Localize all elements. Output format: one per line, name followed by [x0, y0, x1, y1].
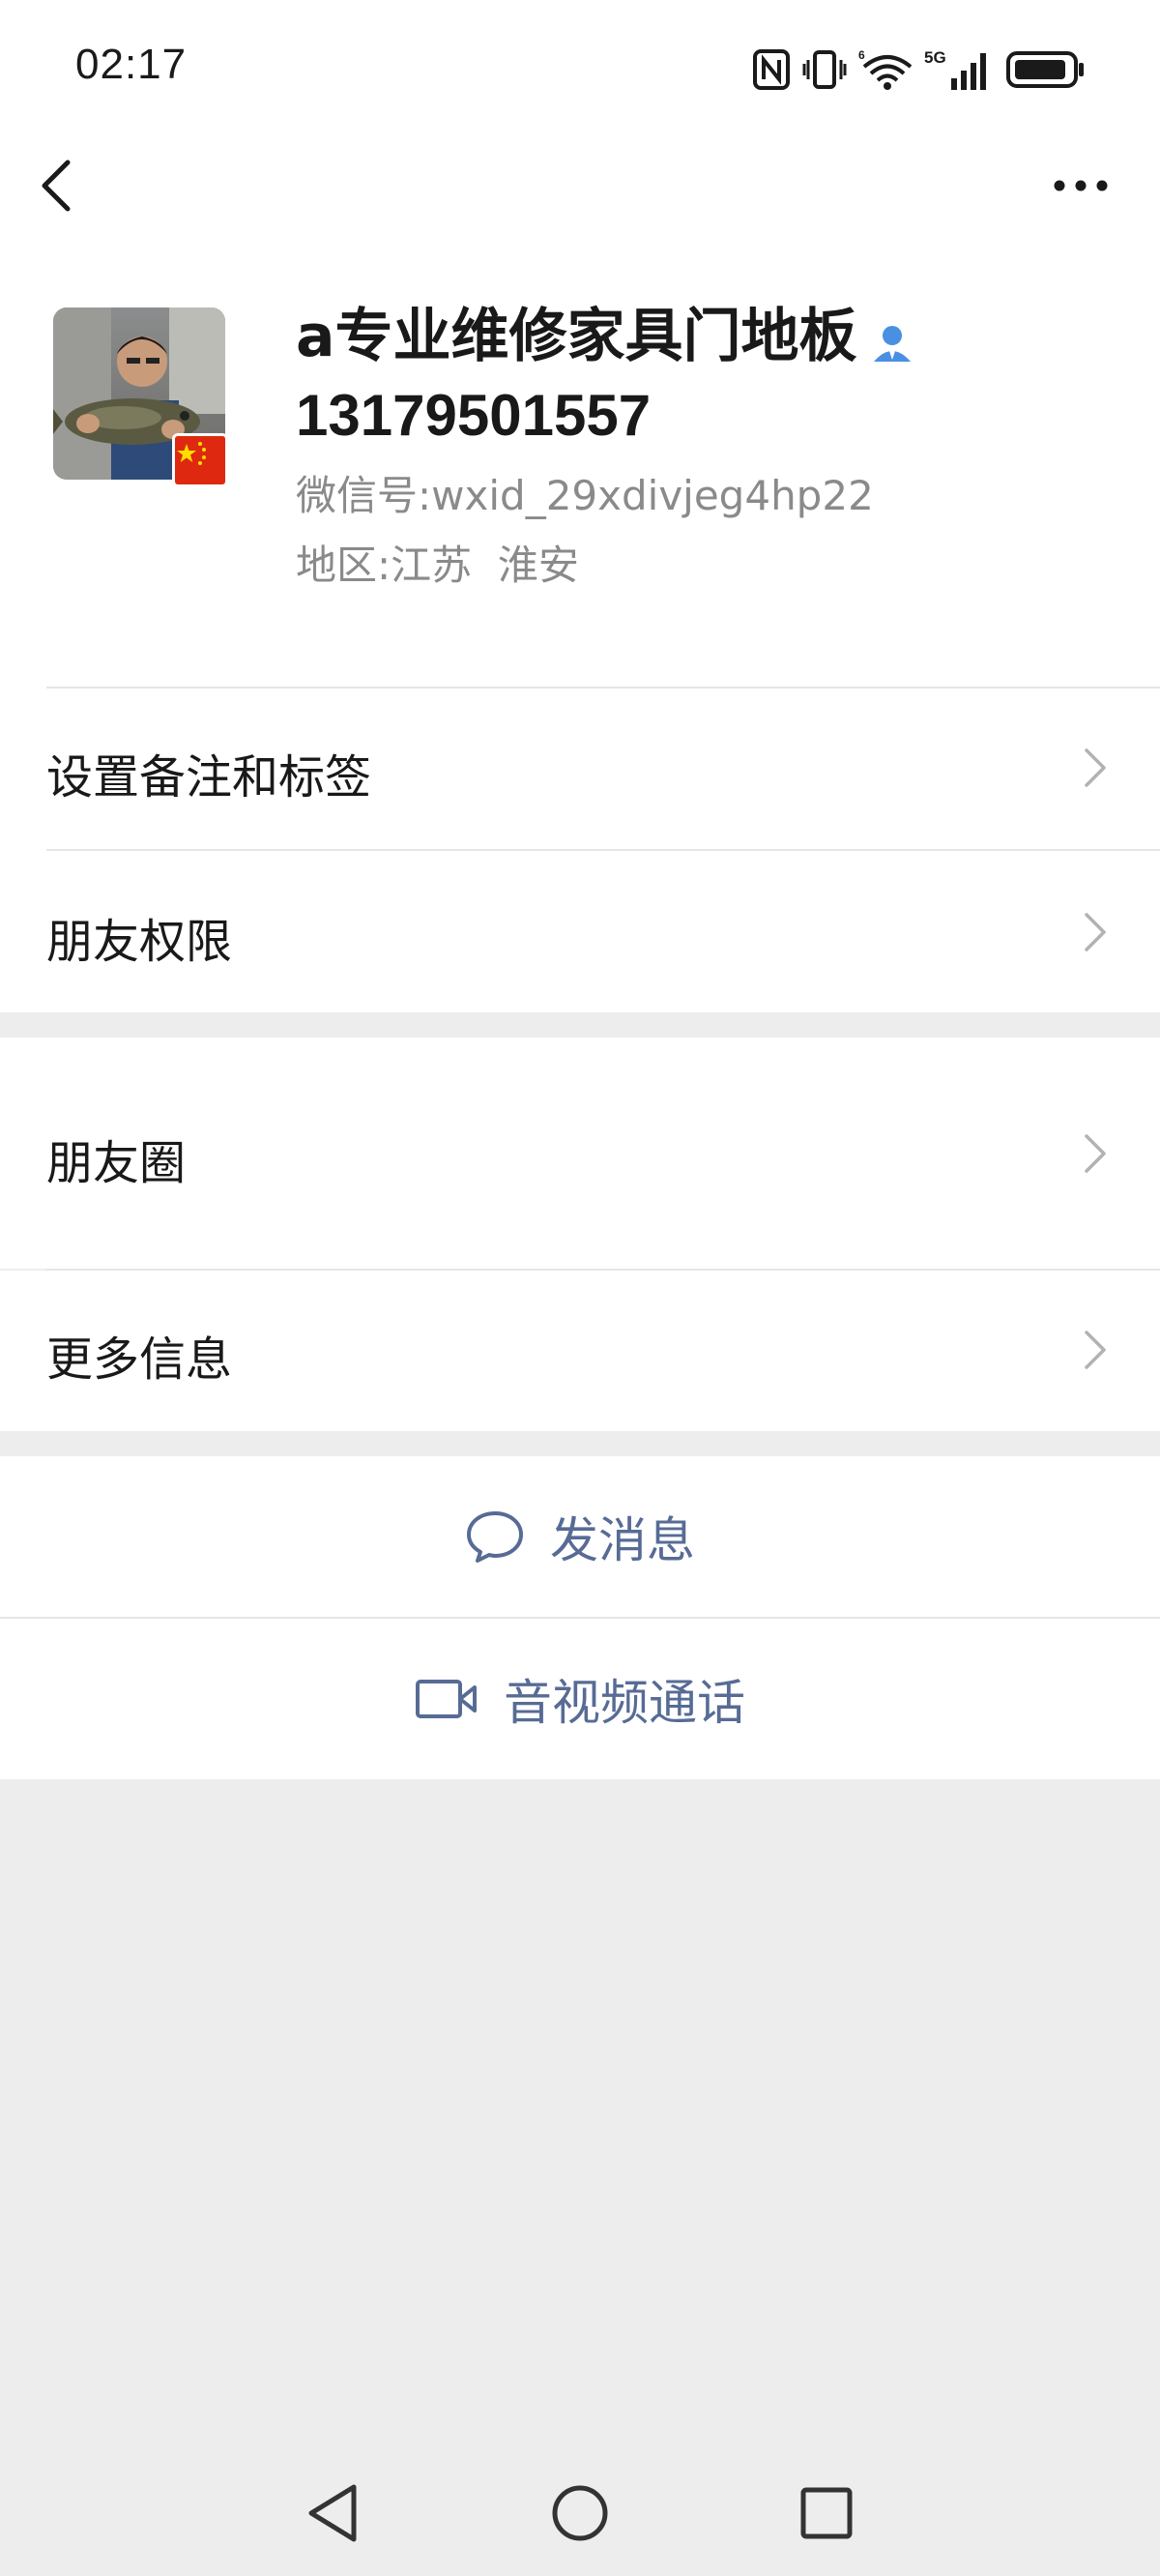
svg-text:6: 6 — [858, 48, 865, 62]
status-time: 02:17 — [75, 41, 188, 88]
svg-text:5G: 5G — [924, 48, 946, 67]
video-call-label: 音视频通话 — [504, 1675, 745, 1731]
recents-square-icon[interactable] — [793, 2479, 860, 2547]
row-label: 设置备注和标签 — [46, 750, 372, 805]
contact-profile-page: 02:17 6 5G a专业维修家具门地板 13179501557 微信号:wx… — [0, 0, 1160, 2576]
chevron-right-icon — [1085, 748, 1106, 787]
send-message-label: 发消息 — [550, 1512, 695, 1568]
friend-permissions-row[interactable]: 朋友权限 — [0, 851, 1160, 1012]
more-info-row[interactable]: 更多信息 — [0, 1271, 1160, 1431]
system-nav-bar — [0, 2446, 1160, 2576]
contact-name: a专业维修家具门地板 — [296, 303, 857, 370]
section-gap — [0, 1012, 1160, 1038]
wechat-id-label: 微信号: — [296, 472, 432, 519]
nfc-icon — [753, 49, 790, 90]
contact-phone: 13179501557 — [296, 383, 652, 448]
contact-person-icon — [874, 326, 911, 362]
vibrate-icon — [802, 50, 847, 89]
send-message-button[interactable]: 发消息 — [0, 1456, 1160, 1617]
signal-5g-icon: 5G — [924, 48, 986, 90]
region-label: 地区: — [296, 542, 392, 589]
chevron-right-icon — [1085, 1331, 1106, 1369]
back-triangle-icon[interactable] — [300, 2479, 367, 2547]
row-label: 朋友权限 — [46, 915, 233, 969]
chevron-left-icon[interactable] — [35, 155, 81, 217]
row-label: 更多信息 — [46, 1332, 233, 1387]
moments-row[interactable]: 朋友圈 — [0, 1038, 1160, 1269]
status-icons: 6 5G — [752, 44, 1087, 95]
wifi-6-icon: 6 — [858, 48, 913, 90]
chevron-right-icon — [1085, 1134, 1106, 1173]
section-gap — [0, 1431, 1160, 1456]
video-call-button[interactable]: 音视频通话 — [0, 1619, 1160, 1779]
china-flag-icon — [172, 433, 228, 487]
more-dots-icon[interactable] — [1050, 166, 1112, 205]
region-value: 江苏 淮安 — [391, 542, 579, 589]
home-circle-icon[interactable] — [546, 2479, 614, 2547]
row-label: 朋友圈 — [46, 1136, 187, 1190]
battery-icon — [1006, 51, 1084, 88]
wechat-id: 微信号:wxid_29xdivjeg4hp22 — [296, 471, 874, 521]
video-camera-icon — [416, 1680, 477, 1718]
wechat-id-value: wxid_29xdivjeg4hp22 — [431, 472, 874, 519]
region: 地区:江苏 淮安 — [296, 541, 579, 591]
chevron-right-icon — [1085, 913, 1106, 951]
chat-bubble-icon — [467, 1511, 523, 1563]
set-remark-and-tags-row[interactable]: 设置备注和标签 — [0, 688, 1160, 849]
status-bar: 02:17 6 5G — [0, 0, 1160, 135]
